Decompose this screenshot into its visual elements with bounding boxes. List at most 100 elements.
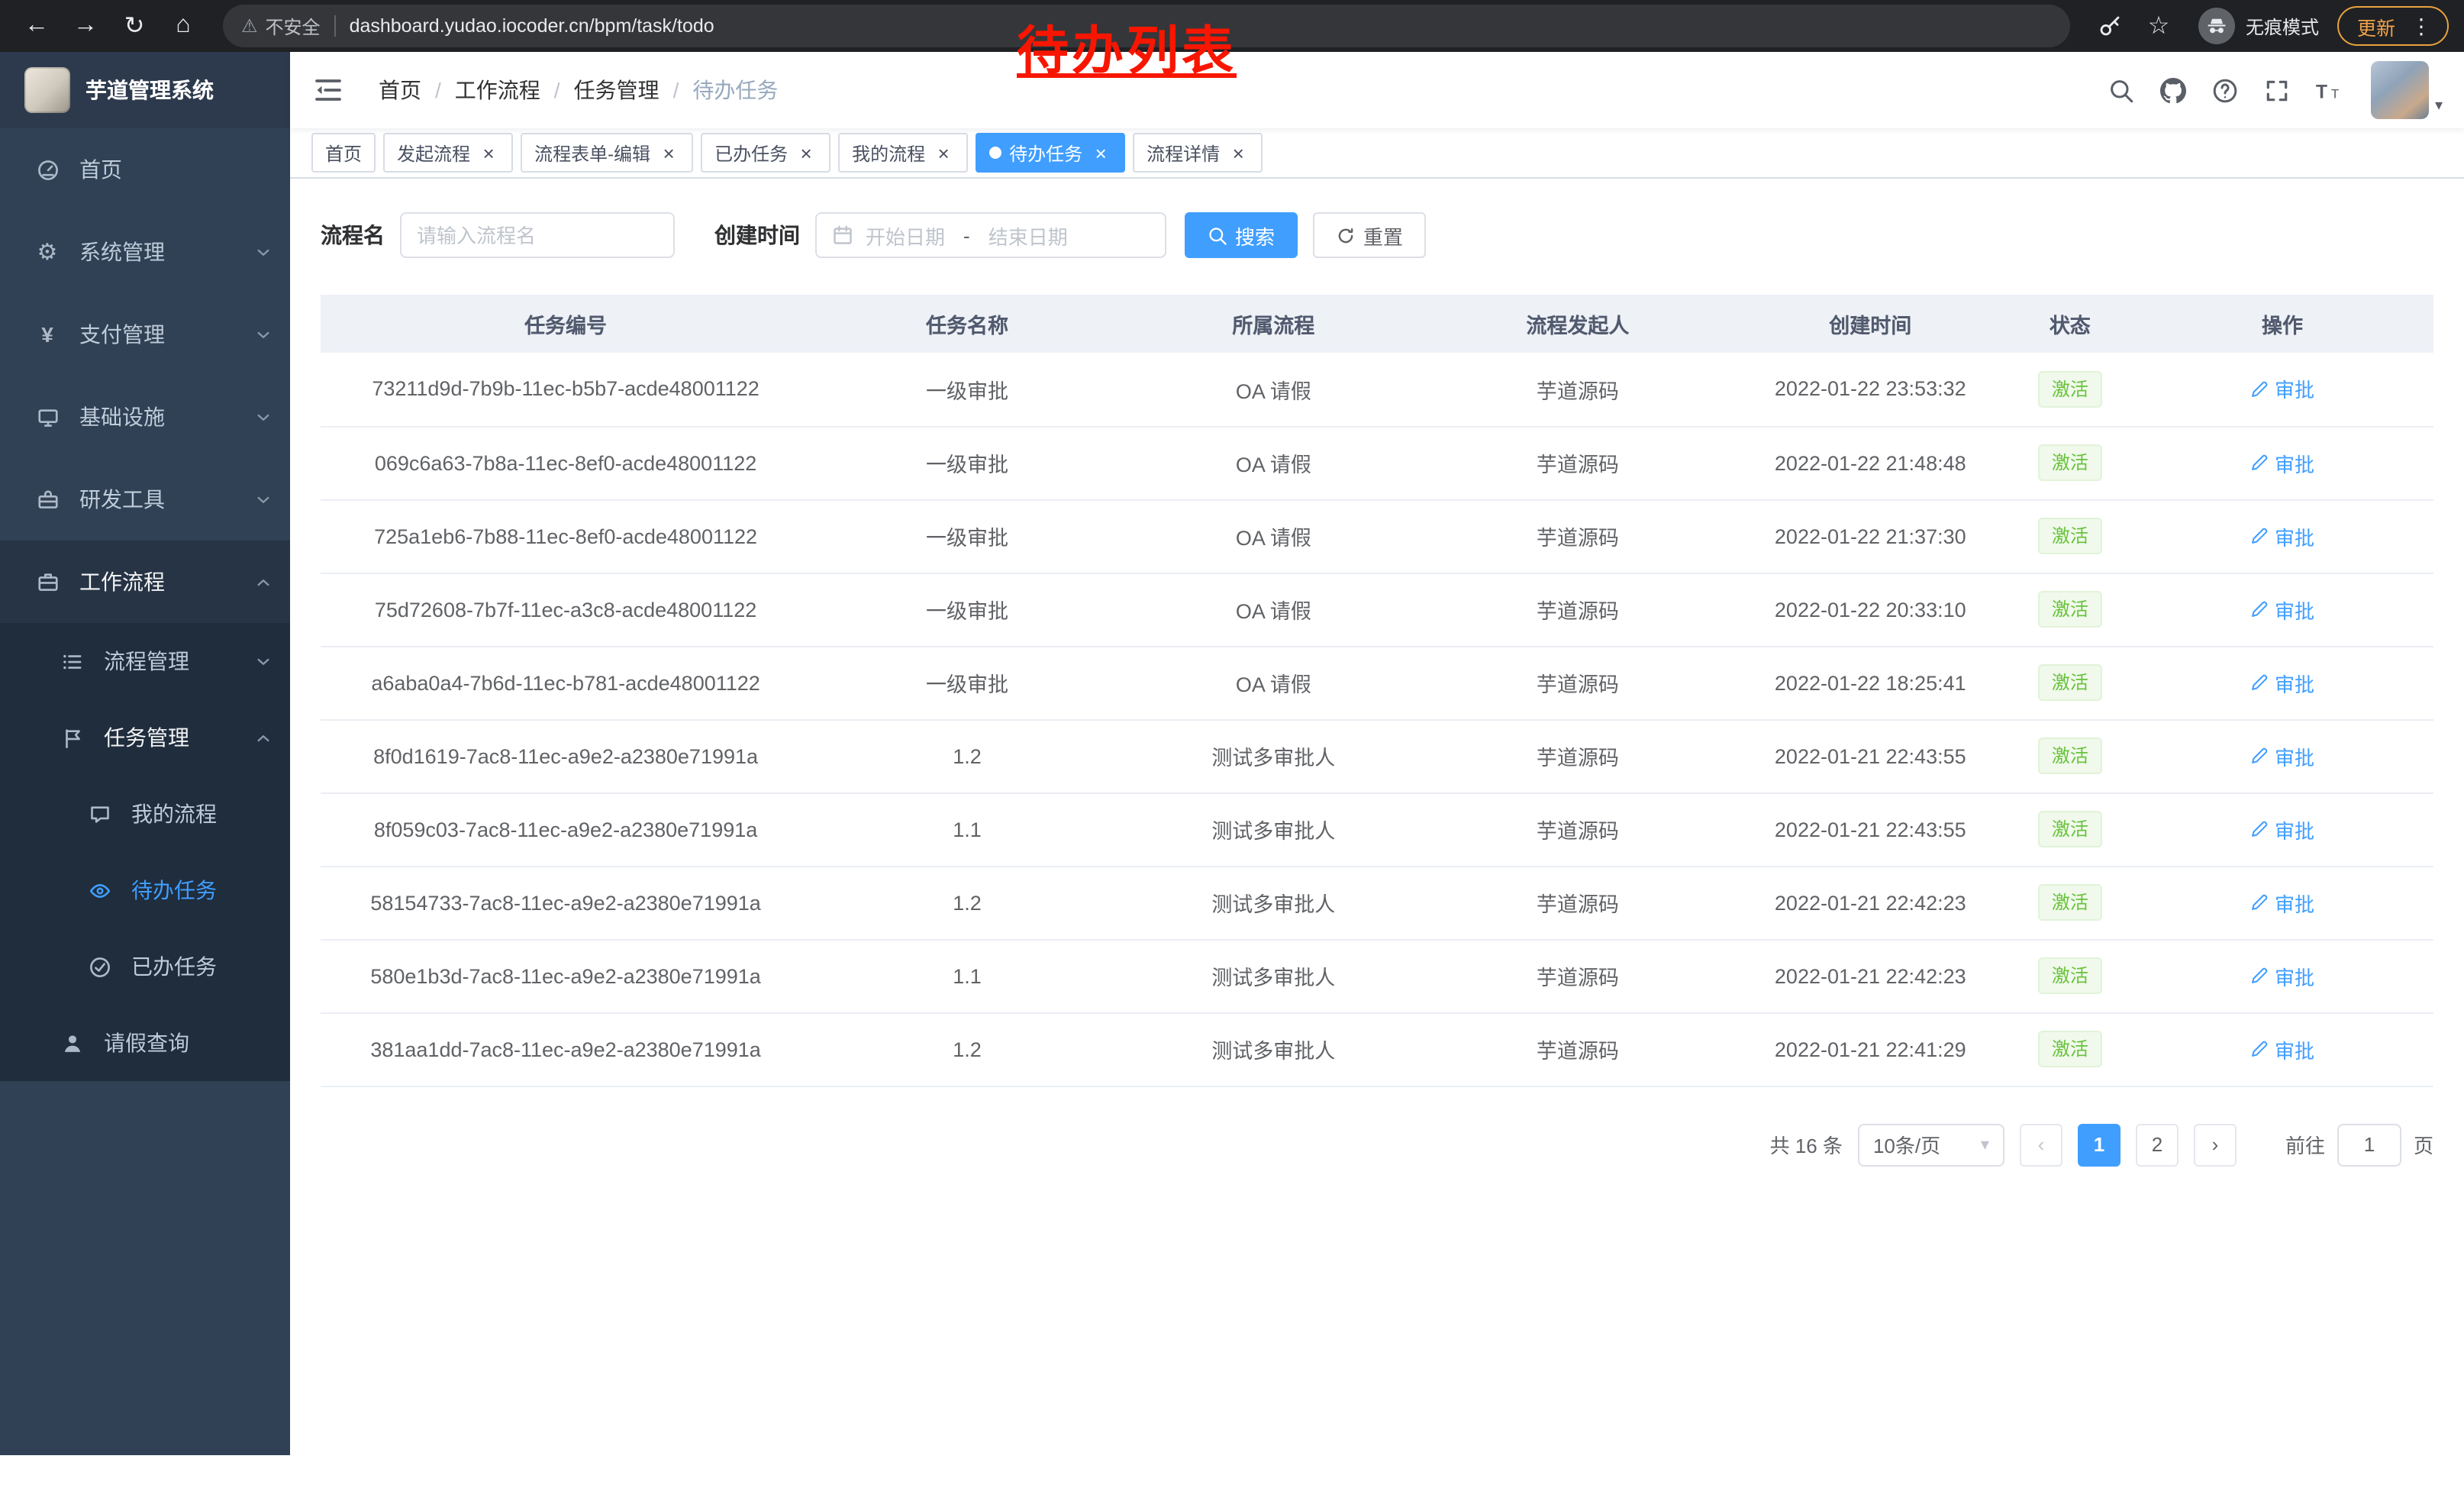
approve-link[interactable]: 审批 bbox=[2250, 375, 2314, 404]
github-icon[interactable] bbox=[2151, 60, 2197, 121]
chevron-down-icon bbox=[255, 408, 272, 425]
end-date-input[interactable]: 结束日期 bbox=[989, 221, 1068, 250]
user-avatar[interactable] bbox=[2371, 61, 2429, 119]
approve-link[interactable]: 审批 bbox=[2250, 888, 2314, 917]
browser-home-icon[interactable]: ⌂ bbox=[162, 5, 205, 47]
sidebar-item-done-task[interactable]: 已办任务 bbox=[0, 928, 290, 1005]
cell-action: 审批 bbox=[2131, 499, 2433, 573]
tab-my-process[interactable]: 我的流程× bbox=[838, 133, 968, 173]
page-button-2[interactable]: 2 bbox=[2136, 1123, 2179, 1166]
sidebar-item-task-management[interactable]: 任务管理 bbox=[0, 699, 290, 776]
cell-starter: 芋道源码 bbox=[1424, 792, 1732, 866]
breadcrumb-item[interactable]: 首页 bbox=[379, 75, 421, 105]
edit-icon bbox=[2250, 454, 2269, 472]
breadcrumb-item[interactable]: 工作流程 bbox=[455, 75, 540, 105]
approve-link[interactable]: 审批 bbox=[2250, 668, 2314, 697]
start-date-input[interactable]: 开始日期 bbox=[866, 221, 945, 250]
search-button[interactable]: 搜索 bbox=[1185, 212, 1298, 258]
process-name-input[interactable] bbox=[400, 212, 675, 258]
logo-row[interactable]: 芋道管理系统 bbox=[0, 52, 290, 128]
cell-text: 725a1eb6-7b88-11ec-8ef0-acde48001122 bbox=[374, 525, 757, 547]
next-page-button[interactable]: › bbox=[2194, 1123, 2237, 1166]
close-icon[interactable]: × bbox=[478, 142, 499, 163]
close-icon[interactable]: × bbox=[795, 142, 817, 163]
cell-text: 1.2 bbox=[953, 891, 982, 914]
bookmark-star-icon[interactable]: ☆ bbox=[2137, 5, 2180, 47]
tab-process-detail[interactable]: 流程详情× bbox=[1133, 133, 1263, 173]
tab-start-process[interactable]: 发起流程× bbox=[383, 133, 513, 173]
menu-kebab-icon[interactable]: ⋮ bbox=[2404, 13, 2438, 39]
approve-link[interactable]: 审批 bbox=[2250, 741, 2314, 770]
approve-link[interactable]: 审批 bbox=[2250, 521, 2314, 550]
cell-id: 580e1b3d-7ac8-11ec-a9e2-a2380e71991a bbox=[321, 939, 811, 1012]
tab-todo-task[interactable]: 待办任务× bbox=[976, 133, 1125, 173]
url-text[interactable]: dashboard.yudao.iocoder.cn/bpm/task/todo bbox=[350, 15, 714, 37]
edit-icon bbox=[2250, 820, 2269, 838]
cell-time: 2022-01-22 20:33:10 bbox=[1732, 573, 2009, 646]
edit-icon bbox=[2250, 600, 2269, 618]
sidebar-item-devtools[interactable]: 研发工具 bbox=[0, 458, 290, 541]
navbar: 首页/工作流程/任务管理/待办任务 TT ▾ bbox=[290, 52, 2464, 128]
cell-text: 2022-01-22 20:33:10 bbox=[1775, 598, 1966, 621]
breadcrumb-item[interactable]: 任务管理 bbox=[574, 75, 660, 105]
close-icon[interactable]: × bbox=[658, 142, 679, 163]
cell-process: 测试多审批人 bbox=[1124, 866, 1424, 939]
cell-text: 2022-01-21 22:41:29 bbox=[1775, 1038, 1966, 1060]
reset-button[interactable]: 重置 bbox=[1313, 212, 1426, 258]
security-label[interactable]: 不安全 bbox=[266, 13, 321, 39]
close-icon[interactable]: × bbox=[1227, 142, 1249, 163]
sidebar-item-payment[interactable]: ¥支付管理 bbox=[0, 293, 290, 376]
approve-link[interactable]: 审批 bbox=[2250, 595, 2314, 624]
filter-form: 流程名 创建时间 开始日期 - 结束日期 搜索 重 bbox=[321, 212, 2433, 258]
sidebar-item-infrastructure[interactable]: 基础设施 bbox=[0, 376, 290, 458]
close-icon[interactable]: × bbox=[933, 142, 954, 163]
sidebar-item-my-process[interactable]: 我的流程 bbox=[0, 776, 290, 852]
page-size-select[interactable]: 10条/页 ▾ bbox=[1858, 1123, 2004, 1166]
sidebar-item-process-management[interactable]: 流程管理 bbox=[0, 623, 290, 699]
tab-done-task[interactable]: 已办任务× bbox=[701, 133, 830, 173]
approve-link[interactable]: 审批 bbox=[2250, 815, 2314, 844]
update-button[interactable]: 更新 ⋮ bbox=[2337, 6, 2449, 46]
cell-process: OA 请假 bbox=[1124, 573, 1424, 646]
user-menu[interactable]: ▾ bbox=[2371, 61, 2443, 119]
cell-action: 审批 bbox=[2131, 573, 2433, 646]
tab-process-form-edit[interactable]: 流程表单-编辑× bbox=[521, 133, 693, 173]
cell-name: 1.2 bbox=[811, 866, 1124, 939]
fullscreen-icon[interactable] bbox=[2255, 60, 2301, 121]
cell-time: 2022-01-22 18:25:41 bbox=[1732, 646, 2009, 719]
eye-icon bbox=[82, 879, 116, 902]
status-badge: 激活 bbox=[2038, 664, 2102, 701]
approve-label: 审批 bbox=[2275, 668, 2314, 697]
reset-button-label: 重置 bbox=[1363, 221, 1403, 250]
help-icon[interactable] bbox=[2203, 60, 2249, 121]
reload-icon[interactable]: ↻ bbox=[113, 5, 156, 47]
sidebar-item-workflow[interactable]: 工作流程 bbox=[0, 541, 290, 623]
date-range-picker[interactable]: 开始日期 - 结束日期 bbox=[815, 212, 1166, 258]
prev-page-button[interactable]: ‹ bbox=[2020, 1123, 2062, 1166]
menu-fold-icon[interactable] bbox=[290, 52, 366, 128]
cell-text: 芋道源码 bbox=[1537, 673, 1619, 696]
approve-link[interactable]: 审批 bbox=[2250, 1035, 2314, 1064]
sidebar-item-leave-query[interactable]: 请假查询 bbox=[0, 1005, 290, 1081]
cell-text: 75d72608-7b7f-11ec-a3c8-acde48001122 bbox=[375, 598, 756, 621]
sidebar-item-system[interactable]: ⚙系统管理 bbox=[0, 211, 290, 293]
approve-link[interactable]: 审批 bbox=[2250, 448, 2314, 477]
search-icon[interactable] bbox=[2099, 60, 2145, 121]
cell-text: 2022-01-21 22:42:23 bbox=[1775, 891, 1966, 914]
page-button-1[interactable]: 1 bbox=[2078, 1123, 2121, 1166]
tab-home[interactable]: 首页 bbox=[311, 133, 376, 173]
caret-down-icon: ▾ bbox=[2435, 98, 2443, 119]
approve-link[interactable]: 审批 bbox=[2250, 961, 2314, 990]
close-icon[interactable]: × bbox=[1090, 142, 1111, 163]
sidebar-item-home[interactable]: 首页 bbox=[0, 128, 290, 211]
font-size-icon[interactable]: TT bbox=[2307, 60, 2353, 121]
back-icon[interactable]: ← bbox=[15, 5, 58, 47]
goto-page-input[interactable] bbox=[2337, 1123, 2401, 1166]
cell-text: 测试多审批人 bbox=[1211, 820, 1335, 843]
sidebar-item-todo-task[interactable]: 待办任务 bbox=[0, 852, 290, 928]
cell-starter: 芋道源码 bbox=[1424, 866, 1732, 939]
password-key-icon[interactable] bbox=[2088, 5, 2131, 47]
app-window: 芋道管理系统 首页⚙系统管理¥支付管理基础设施研发工具工作流程流程管理任务管理我… bbox=[0, 52, 2464, 1455]
cell-text: 1.2 bbox=[953, 744, 982, 767]
forward-icon[interactable]: → bbox=[64, 5, 107, 47]
